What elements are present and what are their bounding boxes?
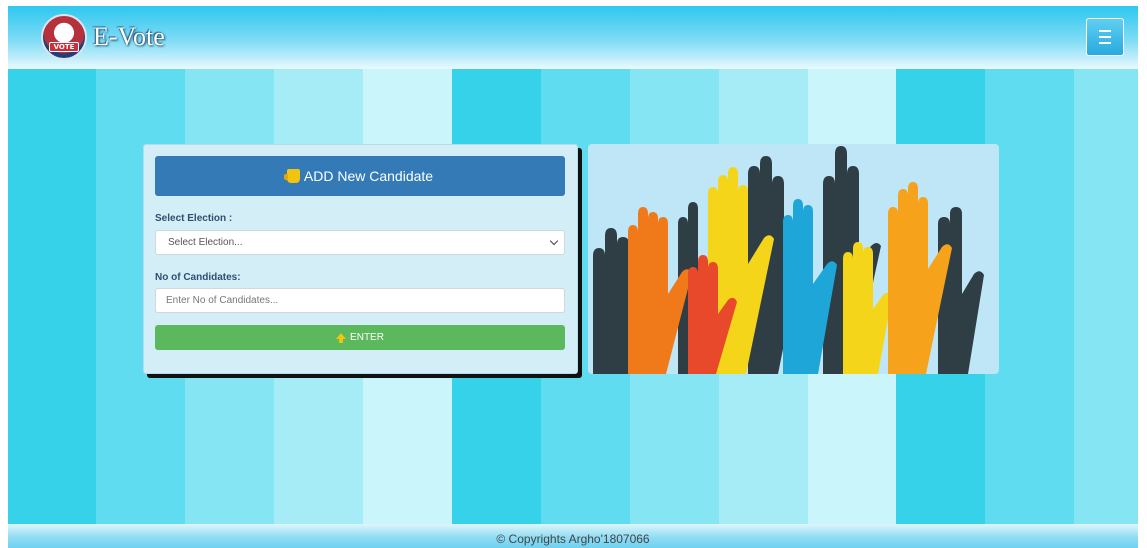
footer: © Copyrights Argho'1807066 (8, 524, 1138, 548)
candidate-hand-icon (283, 169, 300, 183)
add-candidate-card: ADD New Candidate Select Election : Sele… (143, 144, 578, 374)
menu-icon-bar (1099, 42, 1111, 44)
election-select-value: Select Election... (168, 237, 243, 248)
card-header: ADD New Candidate (155, 156, 565, 196)
enter-button-label: ENTER (350, 332, 384, 343)
menu-icon-bar (1099, 30, 1111, 32)
raised-hands-image (593, 146, 984, 374)
candidates-input[interactable] (155, 288, 565, 313)
brand[interactable]: VOTE E-Vote (41, 14, 165, 60)
election-label: Select Election : (155, 213, 233, 224)
hands-colored (628, 167, 952, 374)
top-navbar: VOTE E-Vote (8, 6, 1138, 69)
menu-button[interactable] (1086, 18, 1124, 56)
card-title: ADD New Candidate (303, 168, 434, 184)
logo-tag: VOTE (49, 42, 79, 52)
raised-hands-illustration (588, 144, 999, 374)
page-frame: VOTE E-Vote ADD New Candidate Select Ele… (8, 6, 1138, 548)
copyright-text: © Copyrights Argho'1807066 (496, 532, 650, 546)
enter-button[interactable]: ENTER (155, 325, 565, 350)
main-stage: ADD New Candidate Select Election : Sele… (8, 69, 1138, 524)
menu-icon-bar (1099, 36, 1111, 38)
brand-name: E-Vote (93, 22, 165, 51)
election-select[interactable]: Select Election... (155, 230, 565, 255)
candidates-label: No of Candidates: (155, 272, 241, 283)
chevron-down-icon (549, 236, 559, 246)
vote-logo-icon: VOTE (41, 14, 87, 60)
upload-icon (336, 332, 347, 343)
